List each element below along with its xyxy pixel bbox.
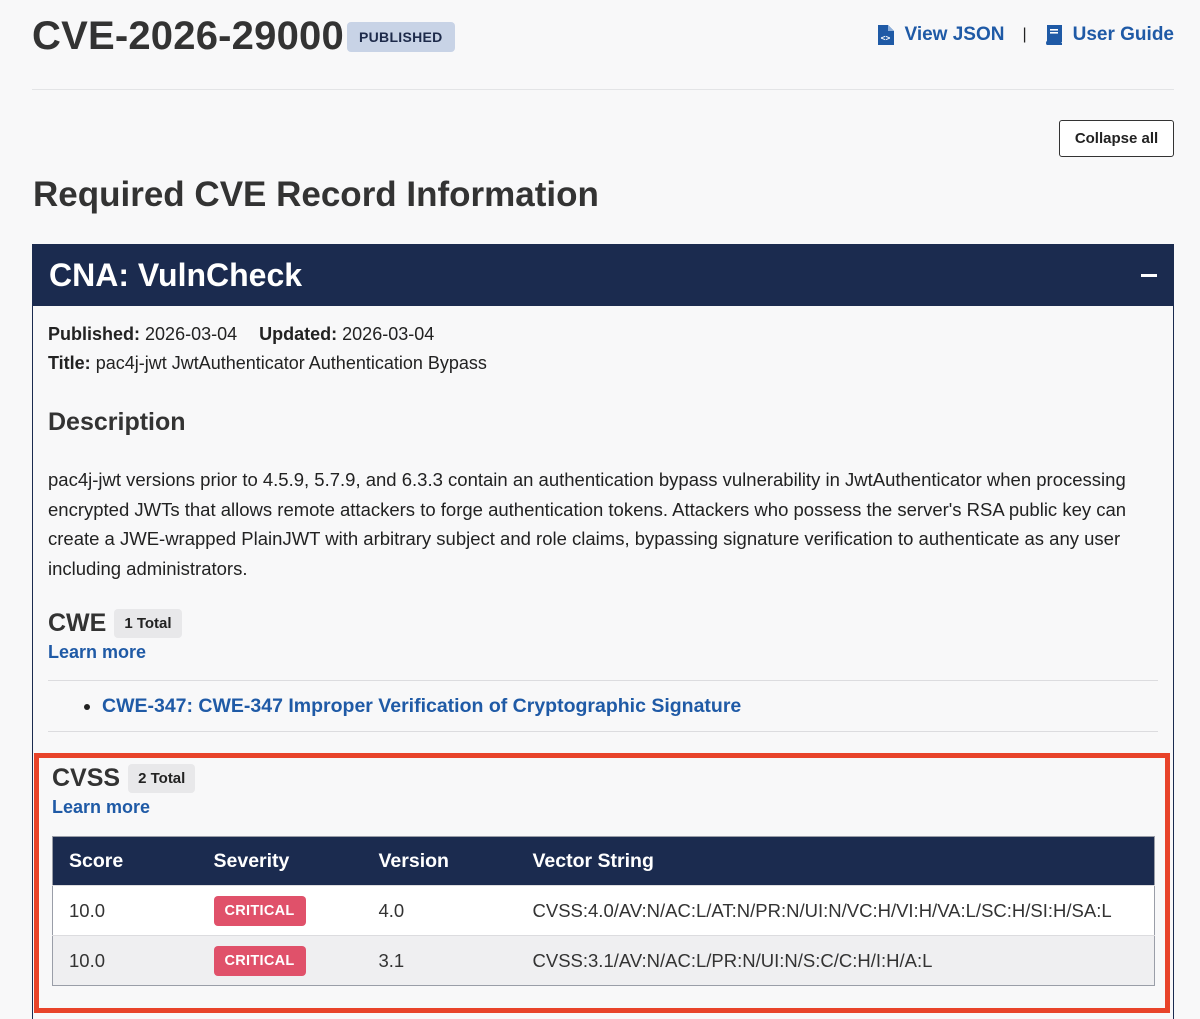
table-row: 10.0 CRITICAL 4.0 CVSS:4.0/AV:N/AC:L/AT:… — [52, 885, 1155, 936]
cvss-heading-label: CVSS — [52, 764, 121, 792]
column-header-severity: Severity — [197, 836, 363, 886]
cvss-learn-more-link[interactable]: Learn more — [52, 797, 1151, 818]
user-guide-label: User Guide — [1072, 24, 1174, 45]
cna-panel-body: Published: 2026-03-04 Updated: 2026-03-0… — [33, 306, 1173, 732]
cwe-heading: CWE 1 Total — [48, 609, 1158, 638]
published-label: Published: — [48, 324, 141, 344]
cvss-section-highlight: CVSS 2 Total Learn more Score Severity V… — [34, 753, 1170, 1013]
cwe-learn-more-link[interactable]: Learn more — [48, 642, 1158, 663]
book-icon — [1045, 25, 1062, 45]
cwe-count-badge: 1 Total — [114, 609, 182, 638]
score-cell: 10.0 — [52, 885, 198, 936]
severity-badge: CRITICAL — [213, 895, 306, 926]
dates-line: Published: 2026-03-04 Updated: 2026-03-0… — [48, 320, 1158, 349]
cwe-heading-label: CWE — [48, 609, 107, 637]
severity-badge: CRITICAL — [213, 945, 306, 976]
record-title: pac4j-jwt JwtAuthenticator Authenticatio… — [95, 353, 487, 373]
severity-cell: CRITICAL — [197, 885, 363, 936]
page-header: CVE-2026-29000 PUBLISHED <> View JSON | — [32, 0, 1174, 90]
description-heading: Description — [48, 408, 186, 436]
updated-label: Updated: — [259, 324, 338, 344]
header-link-separator: | — [1022, 26, 1027, 43]
version-cell: 4.0 — [362, 885, 517, 936]
collapse-all-button[interactable]: Collapse all — [1059, 120, 1174, 157]
section-title: Required CVE Record Information — [33, 175, 599, 214]
cve-id-title: CVE-2026-29000 — [32, 14, 344, 58]
cna-panel-header[interactable]: CNA: VulnCheck — [33, 245, 1173, 306]
cvss-heading: CVSS 2 Total — [52, 764, 1151, 793]
severity-cell: CRITICAL — [197, 935, 363, 986]
published-date: 2026-03-04 — [145, 324, 238, 344]
cna-title: CNA: VulnCheck — [49, 257, 303, 293]
cwe-link[interactable]: CWE-347: CWE-347 Improper Verification o… — [102, 695, 741, 718]
json-file-icon: <> — [878, 25, 895, 45]
user-guide-link[interactable]: User Guide — [1045, 24, 1174, 46]
view-json-label: View JSON — [904, 24, 1005, 45]
cvss-table: Score Severity Version Vector String 10.… — [52, 836, 1155, 986]
vector-string-cell: CVSS:3.1/AV:N/AC:L/PR:N/UI:N/S:C/C:H/I:H… — [516, 935, 1155, 986]
collapse-minus-icon[interactable] — [1141, 274, 1157, 277]
view-json-link[interactable]: <> View JSON — [877, 24, 1004, 46]
bullet-icon — [84, 703, 90, 710]
column-header-version: Version — [362, 836, 517, 886]
header-links: <> View JSON | User Guide — [877, 24, 1174, 46]
column-header-vector-string: Vector String — [516, 836, 1155, 886]
title-label: Title: — [48, 353, 91, 373]
svg-text:<>: <> — [881, 34, 891, 43]
cve-record-page: CVE-2026-29000 PUBLISHED <> View JSON | — [0, 0, 1200, 1019]
description-text: pac4j-jwt versions prior to 4.5.9, 5.7.9… — [48, 469, 1127, 579]
cwe-list: CWE-347: CWE-347 Improper Verification o… — [48, 680, 1158, 732]
column-header-score: Score — [52, 836, 198, 886]
list-item: CWE-347: CWE-347 Improper Verification o… — [48, 695, 1158, 718]
table-header-row: Score Severity Version Vector String — [52, 836, 1155, 886]
state-badge: PUBLISHED — [347, 22, 455, 52]
table-row: 10.0 CRITICAL 3.1 CVSS:3.1/AV:N/AC:L/PR:… — [52, 935, 1155, 986]
cvss-count-badge: 2 Total — [128, 764, 196, 793]
version-cell: 3.1 — [362, 935, 517, 986]
score-cell: 10.0 — [52, 935, 198, 986]
updated-date: 2026-03-04 — [342, 324, 435, 344]
title-line: Title: pac4j-jwt JwtAuthenticator Authen… — [48, 349, 1158, 378]
vector-string-cell: CVSS:4.0/AV:N/AC:L/AT:N/PR:N/UI:N/VC:H/V… — [516, 885, 1155, 936]
